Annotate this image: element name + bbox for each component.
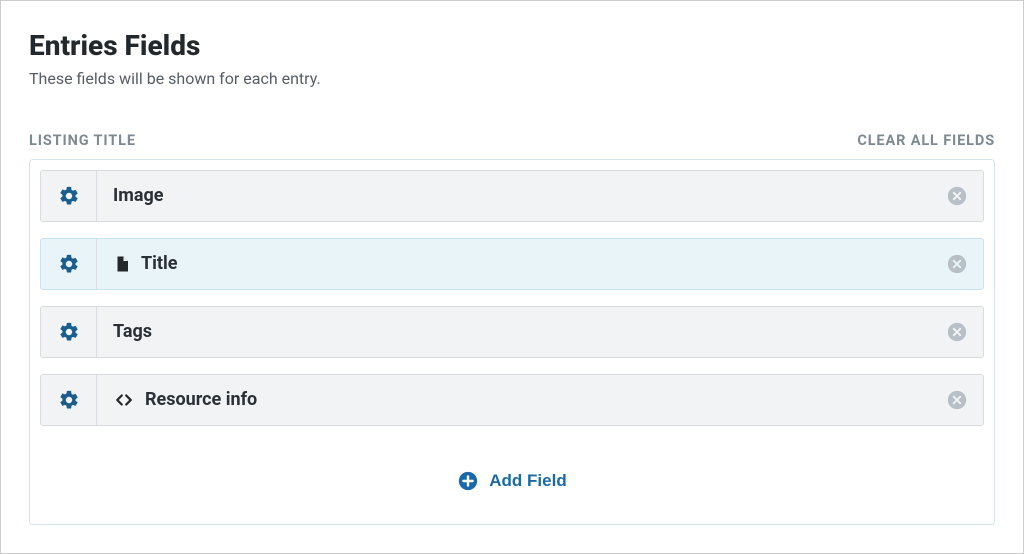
field-settings-button[interactable] — [41, 307, 97, 357]
gear-icon — [58, 253, 80, 275]
file-icon — [113, 253, 131, 275]
close-icon — [946, 185, 968, 207]
field-remove-button[interactable] — [931, 307, 983, 357]
field-label: Title — [141, 253, 178, 274]
field-settings-button[interactable] — [41, 239, 97, 289]
add-field-row: Add Field — [40, 442, 984, 498]
field-remove-button[interactable] — [931, 171, 983, 221]
close-icon — [946, 321, 968, 343]
field-settings-button[interactable] — [41, 375, 97, 425]
gear-icon — [58, 321, 80, 343]
add-field-button[interactable]: Add Field — [457, 470, 566, 492]
page-title: Entries Fields — [29, 29, 995, 63]
entries-fields-panel: Entries Fields These fields will be show… — [0, 0, 1024, 554]
field-row-title[interactable]: Title — [40, 238, 984, 290]
field-body: Resource info — [97, 375, 931, 425]
field-label: Resource info — [145, 389, 257, 410]
close-icon — [946, 389, 968, 411]
field-body: Tags — [97, 307, 931, 357]
toolbar: LISTING TITLE CLEAR ALL FIELDS — [29, 132, 995, 149]
field-body: Title — [97, 239, 931, 289]
field-body: Image — [97, 171, 931, 221]
field-remove-button[interactable] — [931, 375, 983, 425]
listing-title-label: LISTING TITLE — [29, 132, 136, 149]
plus-circle-icon — [457, 470, 479, 492]
field-remove-button[interactable] — [931, 239, 983, 289]
field-row-tags[interactable]: Tags — [40, 306, 984, 358]
page-subtitle: These fields will be shown for each entr… — [29, 69, 995, 88]
gear-icon — [58, 389, 80, 411]
field-row-resource-info[interactable]: Resource info — [40, 374, 984, 426]
close-icon — [946, 253, 968, 275]
field-label: Image — [113, 185, 164, 206]
field-settings-button[interactable] — [41, 171, 97, 221]
fields-list: Image Title Tags — [29, 159, 995, 525]
code-icon — [113, 391, 135, 409]
clear-all-fields-button[interactable]: CLEAR ALL FIELDS — [857, 132, 995, 149]
field-row-image[interactable]: Image — [40, 170, 984, 222]
field-label: Tags — [113, 321, 152, 342]
gear-icon — [58, 185, 80, 207]
add-field-label: Add Field — [489, 471, 566, 491]
